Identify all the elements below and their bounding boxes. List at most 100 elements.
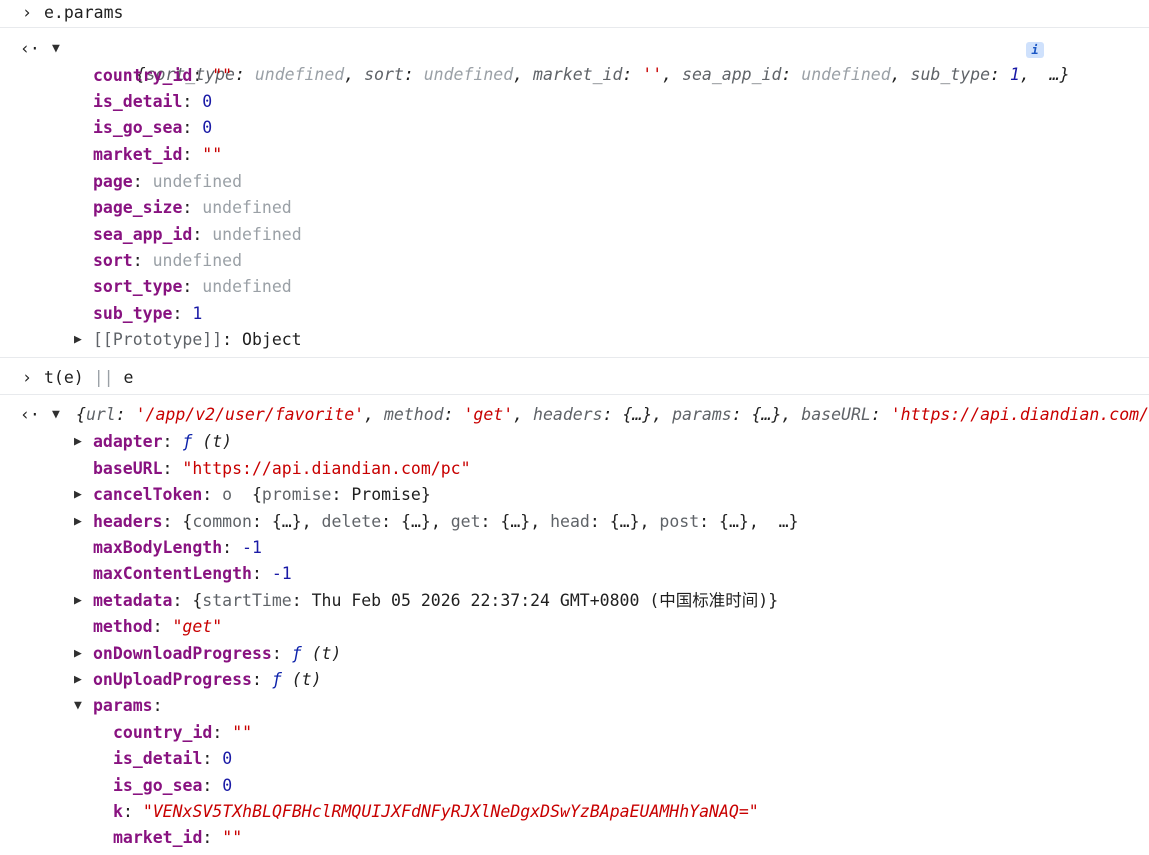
property-row[interactable]: ▶ headers: {common: {…}, delete: {…}, ge… <box>0 509 799 535</box>
preview-key: post <box>659 512 700 531</box>
property-key: page_size <box>93 198 183 217</box>
preview-more: …} <box>1049 65 1070 84</box>
preview-key: get <box>450 512 481 531</box>
preview-value: undefined <box>801 65 891 84</box>
property-value: undefined <box>202 198 292 217</box>
property-key: params <box>93 696 153 715</box>
preview-key: promise <box>261 485 332 504</box>
property-key: sub_type <box>93 304 173 323</box>
preview-key: sea_app_id <box>682 65 782 84</box>
expand-triangle-icon[interactable]: ▼ <box>52 402 60 428</box>
prototype-value: Object <box>242 330 302 349</box>
prompt-icon: › <box>22 368 32 387</box>
preview-value: {…} <box>622 405 653 424</box>
console-input-row[interactable]: › e.params <box>0 0 123 26</box>
property-value: "" <box>232 723 253 742</box>
console-input-text[interactable]: e.params <box>44 0 123 26</box>
property-key: market_id <box>93 145 183 164</box>
property-value: "https://api.diandian.com/pc" <box>182 459 471 478</box>
property-row[interactable]: ▶ adapter: ƒ (t) <box>0 429 232 455</box>
property-key: sea_app_id <box>93 225 193 244</box>
property-key: sort_type <box>93 277 183 296</box>
function-args: (t) <box>311 644 342 663</box>
property-value: 0 <box>222 776 233 795</box>
collapsed-triangle-icon[interactable]: ▶ <box>74 429 82 455</box>
preview-value: 1 <box>1009 65 1020 84</box>
property-key: market_id <box>113 828 203 847</box>
property-row[interactable]: ▼ params: <box>0 693 163 719</box>
console-input-row[interactable]: › t(e) || e <box>0 365 133 391</box>
property-key: k <box>113 802 123 821</box>
property-value: "" <box>202 145 223 164</box>
expand-triangle-icon[interactable]: ▼ <box>74 693 82 719</box>
property-key: maxBodyLength <box>93 538 223 557</box>
collapsed-triangle-icon[interactable]: ▶ <box>74 327 82 353</box>
property-value: 1 <box>192 304 203 323</box>
prompt-icon: › <box>22 3 32 22</box>
property-key: metadata <box>93 591 173 610</box>
property-row[interactable]: ▶ onUploadProgress: ƒ (t) <box>0 667 322 693</box>
property-key: onUploadProgress <box>93 670 252 689</box>
preview-value: '' <box>642 65 663 84</box>
preview-value: 'https://api.diandian.com/pc' <box>890 405 1149 424</box>
divider <box>0 27 1149 28</box>
result-row[interactable]: ‹· ▼ {sort_type: undefined, sort: undefi… <box>0 36 1070 84</box>
console-input-text[interactable]: t(e) || e <box>44 365 133 391</box>
property-value: undefined <box>152 172 243 191</box>
result-row[interactable]: ‹· ▼ {url: '/app/v2/user/favorite', meth… <box>0 402 1149 428</box>
function-args: (t) <box>291 670 322 689</box>
property-value: undefined <box>202 277 292 296</box>
preview-key: common <box>192 512 252 531</box>
property-value: -1 <box>271 564 292 583</box>
property-value: "get" <box>172 617 223 636</box>
preview-key: sub_type <box>910 65 991 84</box>
property-row[interactable]: ▶ cancelToken: o {promise: Promise} <box>0 482 431 508</box>
info-icon[interactable]: i <box>1020 36 1044 62</box>
property-value: "" <box>222 828 243 847</box>
result-arrow-icon: ‹· <box>20 39 40 58</box>
property-value: undefined <box>152 251 243 270</box>
property-key: sort <box>93 251 133 270</box>
preview-more: …} <box>778 512 799 531</box>
property-key: baseURL <box>93 459 163 478</box>
preview-key: method <box>383 405 444 424</box>
property-key: cancelToken <box>93 485 203 504</box>
expand-triangle-icon[interactable]: ▼ <box>52 36 60 62</box>
divider <box>0 357 1149 358</box>
collapsed-triangle-icon[interactable]: ▶ <box>74 667 82 693</box>
preview-key: params <box>672 405 732 424</box>
collapsed-triangle-icon[interactable]: ▶ <box>74 482 82 508</box>
collapsed-triangle-icon[interactable]: ▶ <box>74 641 82 667</box>
object-preview[interactable]: {url: '/app/v2/user/favorite', method: '… <box>76 402 1149 428</box>
preview-key: url <box>85 405 116 424</box>
prototype-row[interactable]: ▶ [[Prototype]]: Object <box>0 327 302 353</box>
class-name: o <box>222 485 233 504</box>
function-icon: ƒ <box>271 670 282 689</box>
preview-value: undefined <box>423 65 514 84</box>
preview-value: Promise <box>351 485 421 504</box>
preview-key: startTime <box>202 591 292 610</box>
property-key: headers <box>93 512 163 531</box>
collapsed-triangle-icon[interactable]: ▶ <box>74 509 82 535</box>
preview-key: headers <box>533 405 603 424</box>
property-row[interactable]: ▶ onDownloadProgress: ƒ (t) <box>0 641 341 667</box>
property-value: undefined <box>212 225 302 244</box>
function-icon: ƒ <box>291 644 302 663</box>
property-key: is_go_sea <box>93 118 183 137</box>
property-value: "" <box>212 66 233 85</box>
property-value: 0 <box>202 118 213 137</box>
property-value: 0 <box>202 92 213 111</box>
property-key: country_id <box>93 66 193 85</box>
property-key: is_detail <box>93 92 183 111</box>
property-value: "VENxSV5TXhBLQFBHclRMQUIJXFdNFyRJXlNeDgx… <box>142 802 759 821</box>
prototype-key: [[Prototype]] <box>93 330 223 349</box>
preview-key: delete <box>321 512 382 531</box>
preview-key: sort <box>364 65 404 84</box>
preview-value: undefined <box>254 65 345 84</box>
devtools-console: › e.params ‹· ▼ {sort_type: undefined, s… <box>0 0 1149 855</box>
property-row[interactable]: ▶ metadata: {startTime: Thu Feb 05 2026 … <box>0 588 778 614</box>
property-key: is_detail <box>113 749 203 768</box>
collapsed-triangle-icon[interactable]: ▶ <box>74 588 82 614</box>
preview-value: '/app/v2/user/favorite' <box>135 405 365 424</box>
preview-key: baseURL <box>801 405 871 424</box>
